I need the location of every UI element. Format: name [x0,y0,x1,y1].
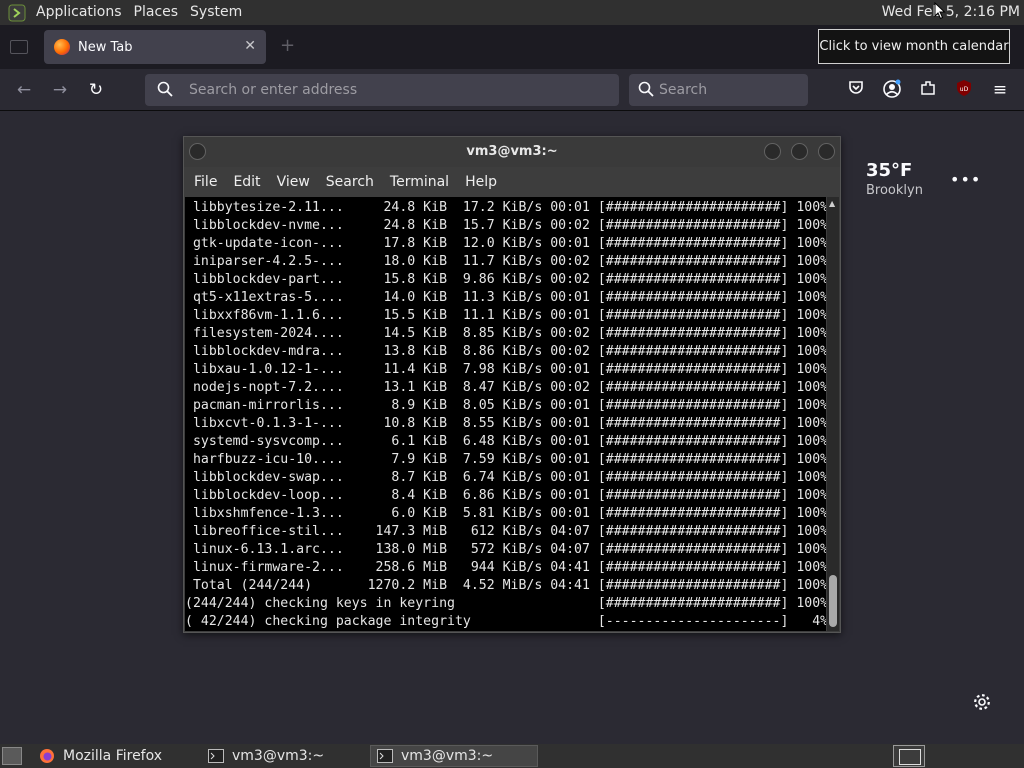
ublock-origin-icon[interactable]: uD [953,79,975,101]
terminal-menubar: File Edit View Search Terminal Help [184,167,840,197]
hamburger-menu-icon[interactable]: ≡ [989,79,1011,101]
pocket-icon[interactable] [845,79,867,101]
more-options-icon[interactable]: ••• [950,170,981,189]
weather-temperature: 35°F [866,160,913,181]
close-tab-icon[interactable]: ✕ [244,38,256,54]
search-icon [157,81,173,101]
terminal-line: systemd-sysvcomp... 6.1 KiB 6.48 KiB/s 0… [185,434,826,449]
terminal-title: vm3@vm3:~ [466,144,558,159]
terminal-line: linux-6.13.1.arc... 138.0 MiB 572 KiB/s … [185,542,826,557]
address-placeholder: Search or enter address [189,82,358,98]
menu-edit[interactable]: Edit [227,174,266,190]
calendar-tooltip: Click to view month calendar [818,29,1010,64]
terminal-line: linux-firmware-2... 258.6 MiB 944 KiB/s … [185,560,826,575]
close-icon[interactable] [818,143,835,160]
terminal-line: libreoffice-stil... 147.3 MiB 612 KiB/s … [185,524,826,539]
terminal-line: libxcvt-0.1.3-1-... 10.8 KiB 8.55 KiB/s … [185,416,826,431]
terminal-line: gtk-update-icon-... 17.8 KiB 12.0 KiB/s … [185,236,826,251]
scroll-up-icon[interactable]: ▲ [829,199,835,208]
firefox-favicon-icon [54,39,70,55]
taskbar-item-label: Mozilla Firefox [63,748,163,764]
address-bar[interactable]: Search or enter address [145,74,619,106]
terminal-line: libbytesize-2.11... 24.8 KiB 17.2 KiB/s … [185,200,826,215]
taskbar-item-label: vm3@vm3:~ [401,748,494,764]
tab-title: New Tab [78,39,133,55]
taskbar-item-label: vm3@vm3:~ [232,748,325,764]
top-panel: Applications Places System Wed Feb 5, 2:… [0,0,1024,25]
tab-new-tab[interactable]: New Tab ✕ [44,30,266,64]
terminal-line: libxxf86vm-1.1.6... 15.5 KiB 11.1 KiB/s … [185,308,826,323]
terminal-line: ( 42/244) checking package integrity [--… [185,614,826,629]
menu-file[interactable]: File [188,174,223,190]
terminal-line: libblockdev-loop... 8.4 KiB 6.86 KiB/s 0… [185,488,826,503]
applications-menu[interactable]: Applications [30,0,128,25]
minimize-icon[interactable] [764,143,781,160]
terminal-line: qt5-x11extras-5.... 14.0 KiB 11.3 KiB/s … [185,290,826,305]
bottom-taskbar: Mozilla Firefox vm3@vm3:~ vm3@vm3:~ [0,744,1024,768]
back-icon[interactable]: ← [13,79,35,101]
window-menu-icon[interactable] [189,143,206,160]
gear-icon[interactable] [973,693,991,715]
terminal-line: libblockdev-mdra... 13.8 KiB 8.86 KiB/s … [185,344,826,359]
terminal-titlebar[interactable]: vm3@vm3:~ [184,137,840,167]
weather-widget[interactable]: 35°F Brooklyn [866,160,923,198]
forward-icon[interactable]: → [49,79,71,101]
places-menu[interactable]: Places [128,0,185,25]
search-icon [638,81,654,101]
workspace-switcher[interactable] [893,745,925,767]
scrollbar-thumb[interactable] [829,575,837,627]
terminal-line: libblockdev-part... 15.8 KiB 9.86 KiB/s … [185,272,826,287]
terminal-line: harfbuzz-icu-10.... 7.9 KiB 7.59 KiB/s 0… [185,452,826,467]
menu-search[interactable]: Search [320,174,380,190]
terminal-line: libblockdev-swap... 8.7 KiB 6.74 KiB/s 0… [185,470,826,485]
terminal-window[interactable]: vm3@vm3:~ File Edit View Search Terminal… [183,136,841,633]
list-all-tabs-icon[interactable] [10,40,28,54]
terminal-icon [377,749,393,763]
account-icon[interactable] [881,79,903,101]
terminal-line: (244/244) checking keys in keyring [####… [185,596,826,611]
terminal-line: Total (244/244) 1270.2 MiB 4.52 MiB/s 04… [185,578,826,593]
terminal-icon [208,749,224,763]
new-tab-icon[interactable]: + [280,35,295,56]
clock[interactable]: Wed Feb 5, 2:16 PM [882,0,1020,25]
search-placeholder: Search [659,82,708,98]
gnome-foot-icon[interactable] [6,3,28,23]
menu-terminal[interactable]: Terminal [384,174,455,190]
search-bar[interactable]: Search [629,74,808,106]
terminal-output[interactable]: libbytesize-2.11... 24.8 KiB 17.2 KiB/s … [185,197,826,631]
weather-city: Brooklyn [866,183,923,198]
terminal-line: libxshmfence-1.3... 6.0 KiB 5.81 KiB/s 0… [185,506,826,521]
system-menu[interactable]: System [184,0,248,25]
menu-view[interactable]: View [271,174,316,190]
show-desktop-icon[interactable] [2,747,22,765]
taskbar-item-terminal[interactable]: vm3@vm3:~ [202,745,362,767]
maximize-icon[interactable] [791,143,808,160]
terminal-scrollbar[interactable]: ▲ [827,197,839,631]
firefox-nav-bar: ← → ↻ Search or enter address Search uD … [0,69,1024,111]
firefox-icon [39,748,55,764]
taskbar-item-terminal-active[interactable]: vm3@vm3:~ [370,745,538,767]
terminal-line: pacman-mirrorlis... 8.9 KiB 8.05 KiB/s 0… [185,398,826,413]
terminal-line: libblockdev-nvme... 24.8 KiB 15.7 KiB/s … [185,218,826,233]
mouse-cursor-icon [934,1,946,24]
extensions-icon[interactable] [917,79,939,101]
terminal-line: iniparser-4.2.5-... 18.0 KiB 11.7 KiB/s … [185,254,826,269]
terminal-line: filesystem-2024.... 14.5 KiB 8.85 KiB/s … [185,326,826,341]
svg-text:uD: uD [960,86,969,93]
reload-icon[interactable]: ↻ [85,79,107,101]
terminal-line: libxau-1.0.12-1-... 11.4 KiB 7.98 KiB/s … [185,362,826,377]
menu-help[interactable]: Help [459,174,503,190]
taskbar-item-firefox[interactable]: Mozilla Firefox [33,745,193,767]
terminal-line: nodejs-nopt-7.2.... 13.1 KiB 8.47 KiB/s … [185,380,826,395]
